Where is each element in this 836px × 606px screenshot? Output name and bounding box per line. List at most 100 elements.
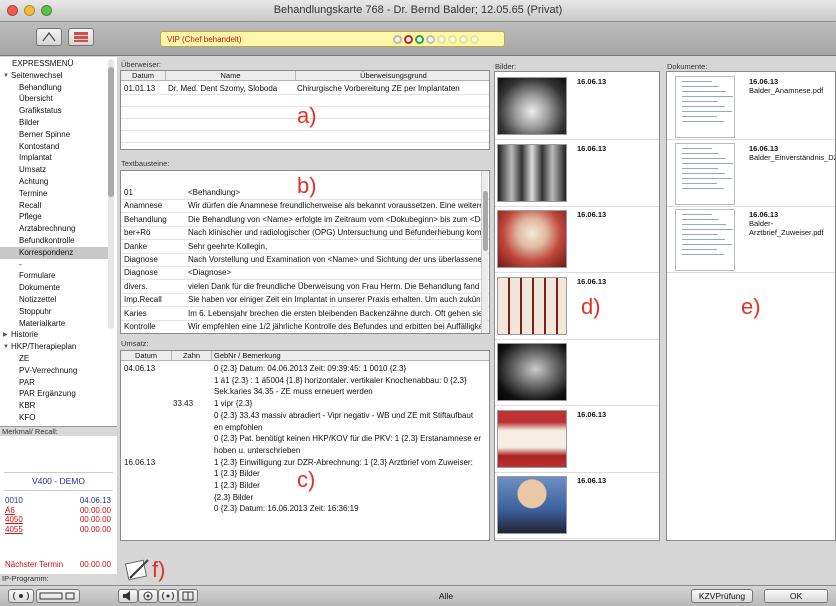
status-traffic-lights[interactable]	[393, 35, 479, 44]
table-row[interactable]: 1 ä1 {2.3} : 1 ä5004 {1.8} horizontaler.…	[121, 375, 489, 386]
grid-button[interactable]	[178, 589, 198, 603]
column-header-datum[interactable]: Datum	[121, 351, 171, 361]
sidebar-item[interactable]: Befundkontrolle	[0, 235, 108, 247]
disclosure-right-icon[interactable]: ▶	[3, 329, 8, 341]
notes-edit-button[interactable]	[124, 556, 152, 582]
kzv-pruefung-button[interactable]: KZVPrüfung	[691, 589, 753, 603]
sidebar-item[interactable]: Behandlung	[0, 82, 108, 94]
sidebar-item[interactable]: Termine	[0, 188, 108, 200]
sidebar-item[interactable]: Grafikstatus	[0, 105, 108, 117]
sidebar-item[interactable]: Arztabrechnung	[0, 223, 108, 235]
table-row[interactable]: {2.3} Bilder	[121, 492, 489, 503]
xray-pano-thumbnail[interactable]	[497, 77, 567, 135]
pdf-page-thumbnail[interactable]	[675, 76, 735, 138]
sidebar-item[interactable]: Stoppuhr	[0, 306, 108, 318]
sidebar-item[interactable]: Dokumente	[0, 282, 108, 294]
list-item[interactable]: Diagnose <Diagnose>	[121, 266, 481, 279]
card-reader-button[interactable]	[36, 589, 80, 603]
sidebar-item[interactable]: Umsatz	[0, 164, 108, 176]
list-item[interactable]: Danke Sehr geehrte Kollegin,	[121, 240, 481, 253]
portrait-thumbnail[interactable]	[497, 476, 567, 534]
scrollbar-thumb[interactable]	[108, 67, 114, 197]
table-row[interactable]: 33.43 1 vipr {2.3}	[121, 398, 489, 409]
umsatz-table[interactable]: Datum Zahn GebNr / Bemerkung 04.06.13 0 {…	[120, 350, 490, 541]
column-header-grund[interactable]: Überweisungsgrund	[295, 71, 489, 81]
filter-all-label[interactable]: Alle	[400, 591, 492, 601]
sidebar-item[interactable]: Pflege	[0, 211, 108, 223]
disclosure-down-icon[interactable]: ▼	[3, 341, 9, 353]
ceph-xray-thumbnail[interactable]	[497, 343, 567, 401]
ueberweiser-table[interactable]: Datum Name Überweisungsgrund 01.01.13 Dr…	[120, 70, 490, 150]
radiation-button[interactable]	[138, 589, 158, 603]
sidebar-item[interactable]: Übersicht	[0, 93, 108, 105]
sidebar-item[interactable]: KBR	[0, 400, 108, 412]
sidebar-item[interactable]: Korrespondenz	[0, 246, 108, 259]
sidebar-item[interactable]: ▼ Seitenwechsel	[0, 70, 108, 82]
sidebar-item[interactable]: Notizzettel	[0, 294, 108, 306]
sidebar-item[interactable]: PAR Ergänzung	[0, 388, 108, 400]
scrollbar-thumb[interactable]	[483, 191, 488, 251]
sidebar-item[interactable]: Berner Spinne	[0, 129, 108, 141]
column-header-name[interactable]: Name	[165, 71, 295, 81]
tooth-chart-button[interactable]	[36, 28, 62, 46]
document-list-item[interactable]: 16.06.13 Balder_Anamnese.pdf	[667, 74, 835, 140]
list-item[interactable]: Imp.Recall Sie haben vor einiger Zeit ein…	[121, 293, 482, 306]
phone-icon-button[interactable]	[8, 589, 34, 603]
document-list-item[interactable]: 16.06.13 Balder-Arztbrief_Zuweiser.pdf	[667, 207, 835, 273]
sidebar-item[interactable]: ▼ HKP/Therapieplan	[0, 341, 108, 353]
vip-status-bar[interactable]: VIP (Chef behandelt)	[160, 31, 505, 47]
list-item[interactable]: Karies Im 6. Lebensjahr brechen die erste…	[121, 307, 482, 320]
list-item[interactable]: ber+Rö Nach klinischer und radiologischer…	[121, 226, 482, 239]
sidebar-item[interactable]: -	[0, 259, 108, 271]
sidebar-item[interactable]: Recall	[0, 200, 108, 212]
list-item[interactable]: Behandlung Die Behandlung von <Name> erfo…	[121, 213, 482, 226]
ok-button[interactable]: OK	[764, 589, 828, 603]
sidebar-item[interactable]: Bilder	[0, 117, 108, 129]
sidebar-item[interactable]: Implantat	[0, 152, 108, 164]
sidebar-item[interactable]: Formulare	[0, 270, 108, 282]
table-row[interactable]: 0 {2.3} Pat. benötigt keinen HKP/KOV für…	[121, 433, 489, 444]
table-row[interactable]: Sek.karies 34.35 - ZE muss erneuert werd…	[121, 386, 489, 397]
list-item[interactable]: divers. vielen Dank für die freundliche Ü…	[121, 280, 482, 293]
image-list-item[interactable]: 16.06.13	[495, 141, 659, 207]
sidebar-item[interactable]: ZE	[0, 353, 108, 365]
teeth-model-thumbnail[interactable]	[497, 276, 567, 335]
list-item[interactable]: Diagnose Nach Vorstellung und Examination…	[121, 253, 482, 266]
document-list-item[interactable]: 16.06.13Balder_Einverständnis_DZR.pdf	[667, 141, 835, 207]
dokumente-list[interactable]: 16.06.13 Balder_Anamnese.pdf 16.06.13 Balde…	[666, 71, 836, 541]
image-list-item[interactable]: 16.06.13	[495, 407, 659, 473]
sidebar-item[interactable]: KFO	[0, 412, 108, 424]
column-header-zahn[interactable]: Zahn	[171, 351, 211, 361]
sidebar-item[interactable]: Achtung	[0, 176, 108, 188]
sidebar-item[interactable]: Kontostand	[0, 141, 108, 153]
image-list-item[interactable]	[495, 340, 659, 406]
intraoral-thumbnail[interactable]	[497, 210, 567, 268]
image-list-item[interactable]: 16.06.13	[495, 207, 659, 273]
pdf-page-thumbnail[interactable]	[675, 142, 735, 205]
table-row[interactable]: 04.06.13 0 {2.3} Datum: 04.06.2013 Zeit: …	[121, 363, 489, 374]
image-list-item[interactable]: 16.06.13	[495, 74, 659, 140]
sidebar-item[interactable]: ▶ Historie	[0, 329, 108, 341]
xray-dental-thumbnail[interactable]	[497, 143, 567, 202]
sidebar-scrollbar[interactable]	[108, 59, 114, 329]
network-button[interactable]	[158, 589, 178, 603]
image-list-item[interactable]: 16.06.13	[495, 274, 659, 340]
textbausteine-scrollbar[interactable]	[481, 171, 488, 333]
sidebar-item[interactable]: PV-Verrechnung	[0, 365, 108, 377]
list-item[interactable]: Anamnese Wir dürfen die Anamnese freundli…	[121, 199, 482, 212]
textbausteine-list[interactable]: 01 <Behandlung> Anamnese Wir dürfen die Ana…	[120, 170, 490, 334]
column-header-gebnr[interactable]: GebNr / Bemerkung	[211, 351, 489, 361]
speaker-button[interactable]	[118, 589, 138, 603]
table-row[interactable]: 0 {2.3} 33.43 massiv abradiert - Vipr ne…	[121, 410, 489, 421]
table-row[interactable]: 16.06.13 1 {2.3} Einwilligung zur DZR-Abr…	[121, 457, 489, 468]
bilder-gallery[interactable]: 16.06.13 16.06.13 16.06.13 16.06.13 16.06.13…	[494, 71, 660, 541]
table-row[interactable]: 0 {2.3} Datum: 16.06.2013 Zeit: 16:36:19	[121, 503, 489, 514]
disclosure-down-icon[interactable]: ▼	[3, 70, 9, 82]
table-row[interactable]: hoben u. unterschrieben	[121, 445, 489, 456]
sidebar-item[interactable]: PAR	[0, 377, 108, 389]
pdf-page-thumbnail[interactable]	[675, 209, 735, 271]
card-view-button[interactable]	[68, 28, 94, 46]
image-list-item[interactable]: 16.06.13	[495, 473, 659, 539]
sidebar-item[interactable]: Materialkarte	[0, 318, 108, 330]
column-header-datum[interactable]: Datum	[121, 71, 165, 81]
